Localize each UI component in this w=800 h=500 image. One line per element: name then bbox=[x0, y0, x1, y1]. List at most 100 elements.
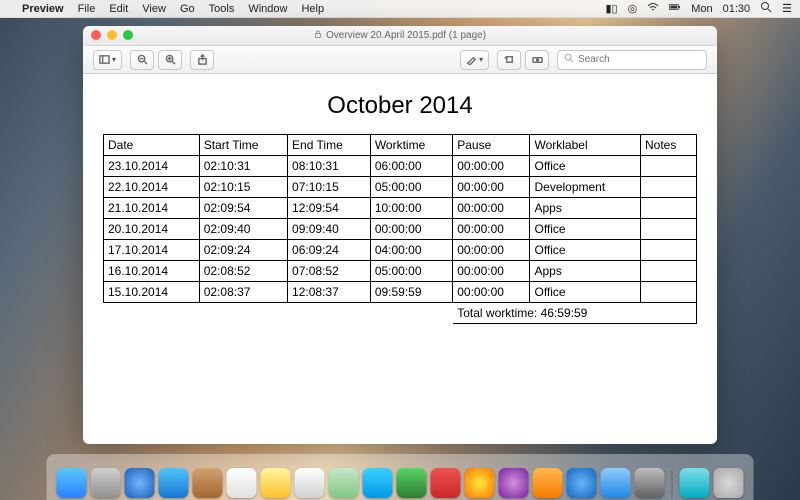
document-title: October 2014 bbox=[103, 92, 697, 120]
dock-app-photos[interactable] bbox=[465, 468, 495, 498]
table-row: 22.10.201402:10:1507:10:1505:00:0000:00:… bbox=[104, 177, 697, 198]
menubar-item-go[interactable]: Go bbox=[180, 3, 195, 15]
menubar-item-window[interactable]: Window bbox=[248, 3, 287, 15]
menubar: Preview File Edit View Go Tools Window H… bbox=[0, 0, 800, 18]
cell-notes bbox=[641, 240, 697, 261]
cell-end: 09:09:40 bbox=[288, 219, 371, 240]
cell-notes bbox=[641, 219, 697, 240]
cell-pause: 00:00:00 bbox=[453, 156, 530, 177]
maximize-button[interactable] bbox=[123, 30, 133, 40]
dock-trash[interactable] bbox=[714, 468, 744, 498]
cell-label: Office bbox=[530, 156, 641, 177]
menubar-item-view[interactable]: View bbox=[142, 3, 166, 15]
cell-pause: 00:00:00 bbox=[453, 177, 530, 198]
cell-worktime: 09:59:59 bbox=[370, 282, 452, 303]
cell-end: 07:10:15 bbox=[288, 177, 371, 198]
minimize-button[interactable] bbox=[107, 30, 117, 40]
clock-day[interactable]: Mon bbox=[691, 3, 712, 15]
dock-app-appstore[interactable] bbox=[567, 468, 597, 498]
cell-label: Office bbox=[530, 282, 641, 303]
cell-pause: 00:00:00 bbox=[453, 240, 530, 261]
cell-pause: 00:00:00 bbox=[453, 219, 530, 240]
cell-end: 08:10:31 bbox=[288, 156, 371, 177]
dock-app-messages[interactable] bbox=[363, 468, 393, 498]
cell-start: 02:09:40 bbox=[199, 219, 287, 240]
airdrop-icon[interactable]: ◎ bbox=[628, 2, 638, 15]
clock-time[interactable]: 01:30 bbox=[723, 3, 751, 15]
highlight-button[interactable]: ▾ bbox=[460, 50, 489, 70]
status-icon[interactable]: ▮▯ bbox=[605, 2, 617, 15]
dock-app-calendar[interactable] bbox=[227, 468, 257, 498]
column-header: Worklabel bbox=[530, 135, 641, 156]
cell-notes bbox=[641, 156, 697, 177]
dock-app-photobooth[interactable] bbox=[431, 468, 461, 498]
rotate-button[interactable] bbox=[497, 50, 521, 70]
dock-app-preview[interactable] bbox=[601, 468, 631, 498]
notification-center-icon[interactable]: ☰ bbox=[782, 2, 792, 15]
dock-app-facetime[interactable] bbox=[397, 468, 427, 498]
battery-icon[interactable] bbox=[669, 1, 681, 16]
table-row: 17.10.201402:09:2406:09:2404:00:0000:00:… bbox=[104, 240, 697, 261]
table-row: 21.10.201402:09:5412:09:5410:00:0000:00:… bbox=[104, 198, 697, 219]
dock-app-itunes[interactable] bbox=[499, 468, 529, 498]
menubar-item-help[interactable]: Help bbox=[301, 3, 324, 15]
cell-notes bbox=[641, 282, 697, 303]
dock-app-finder[interactable] bbox=[57, 468, 87, 498]
window-titlebar[interactable]: Overview 20.April 2015.pdf (1 page) bbox=[83, 26, 717, 46]
share-button[interactable] bbox=[190, 50, 214, 70]
dock-app-contacts[interactable] bbox=[193, 468, 223, 498]
cell-pause: 00:00:00 bbox=[453, 282, 530, 303]
sidebar-view-button[interactable]: ▾ bbox=[93, 50, 122, 70]
preview-window: Overview 20.April 2015.pdf (1 page) ▾ ▾ bbox=[83, 26, 717, 444]
menubar-item-edit[interactable]: Edit bbox=[109, 3, 128, 15]
dock-app-notes[interactable] bbox=[261, 468, 291, 498]
dock-app-downloads[interactable] bbox=[680, 468, 710, 498]
summary-cell: Total worktime: 46:59:59 bbox=[453, 303, 697, 324]
zoom-out-button[interactable] bbox=[130, 50, 154, 70]
cell-label: Apps bbox=[530, 198, 641, 219]
cell-date: 15.10.2014 bbox=[104, 282, 200, 303]
summary-row: Total worktime: 46:59:59 bbox=[104, 303, 697, 324]
menubar-item-tools[interactable]: Tools bbox=[209, 3, 235, 15]
cell-end: 12:09:54 bbox=[288, 198, 371, 219]
cell-date: 20.10.2014 bbox=[104, 219, 200, 240]
cell-worktime: 05:00:00 bbox=[370, 261, 452, 282]
table-row: 16.10.201402:08:5207:08:5205:00:0000:00:… bbox=[104, 261, 697, 282]
cell-pause: 00:00:00 bbox=[453, 261, 530, 282]
spotlight-icon[interactable] bbox=[760, 1, 772, 16]
dock-app-reminders[interactable] bbox=[295, 468, 325, 498]
cell-start: 02:08:37 bbox=[199, 282, 287, 303]
column-header: Notes bbox=[641, 135, 697, 156]
cell-worktime: 04:00:00 bbox=[370, 240, 452, 261]
column-header: Start Time bbox=[199, 135, 287, 156]
search-input[interactable] bbox=[578, 54, 700, 65]
cell-notes bbox=[641, 198, 697, 219]
wifi-icon[interactable] bbox=[647, 1, 659, 16]
cell-end: 07:08:52 bbox=[288, 261, 371, 282]
dock-app-ibooks[interactable] bbox=[533, 468, 563, 498]
dock-app-system-preferences[interactable] bbox=[635, 468, 665, 498]
cell-worktime: 10:00:00 bbox=[370, 198, 452, 219]
cell-label: Office bbox=[530, 219, 641, 240]
zoom-in-button[interactable] bbox=[158, 50, 182, 70]
cell-start: 02:09:24 bbox=[199, 240, 287, 261]
close-button[interactable] bbox=[91, 30, 101, 40]
menubar-item-file[interactable]: File bbox=[78, 3, 96, 15]
cell-label: Office bbox=[530, 240, 641, 261]
cell-end: 06:09:24 bbox=[288, 240, 371, 261]
column-header: End Time bbox=[288, 135, 371, 156]
dock-app-safari[interactable] bbox=[125, 468, 155, 498]
cell-date: 17.10.2014 bbox=[104, 240, 200, 261]
dock-app-launchpad[interactable] bbox=[91, 468, 121, 498]
cell-end: 12:08:37 bbox=[288, 282, 371, 303]
cell-date: 16.10.2014 bbox=[104, 261, 200, 282]
dock-app-mail[interactable] bbox=[159, 468, 189, 498]
markup-button[interactable] bbox=[525, 50, 549, 70]
cell-label: Apps bbox=[530, 261, 641, 282]
search-box[interactable] bbox=[557, 50, 707, 70]
cell-start: 02:10:31 bbox=[199, 156, 287, 177]
menubar-app-name[interactable]: Preview bbox=[22, 3, 64, 15]
dock-app-maps[interactable] bbox=[329, 468, 359, 498]
table-row: 15.10.201402:08:3712:08:3709:59:5900:00:… bbox=[104, 282, 697, 303]
cell-date: 23.10.2014 bbox=[104, 156, 200, 177]
